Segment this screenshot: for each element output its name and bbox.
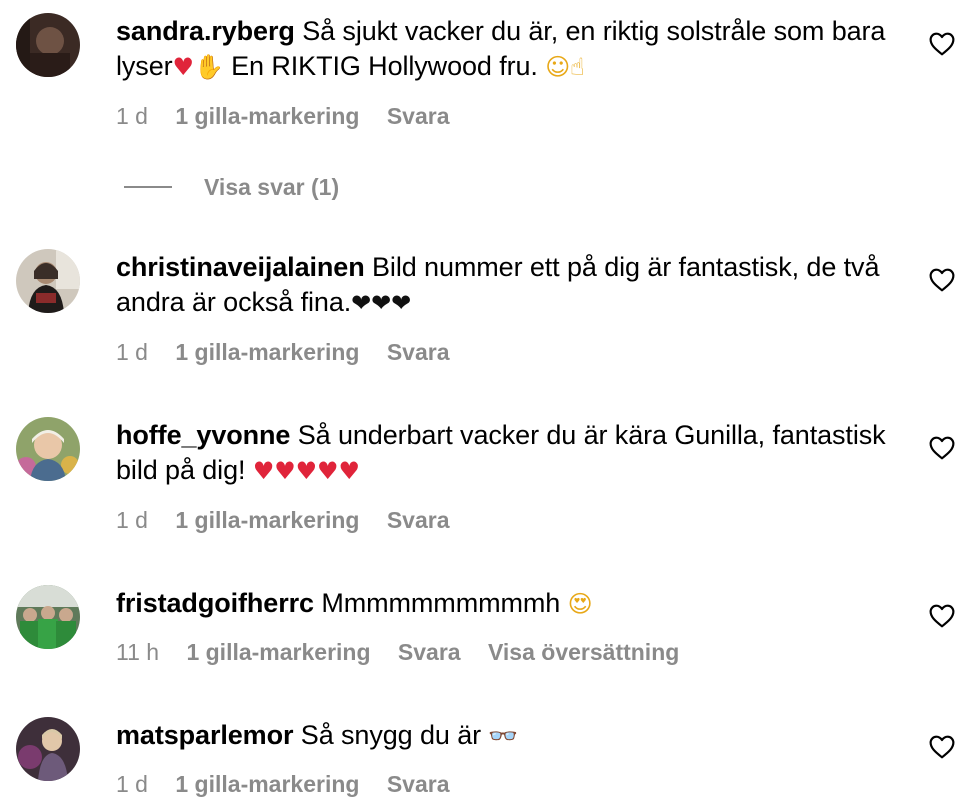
pointing-up-emoji-icon: ☝ [570, 53, 585, 81]
comment-meta: 1 d 1 gilla-markering Svara [116, 771, 471, 798]
likes-count-link[interactable]: 1 gilla-markering [175, 771, 359, 797]
red-heart-emoji-icon: ♥♥♥♥♥ [252, 457, 360, 485]
likes-count-link[interactable]: 1 gilla-markering [186, 639, 370, 665]
likes-count-link[interactable]: 1 gilla-markering [175, 339, 359, 365]
avatar[interactable] [16, 717, 80, 781]
avatar[interactable] [16, 585, 80, 649]
comment-time: 1 d [116, 507, 148, 533]
reply-button[interactable]: Svara [387, 771, 450, 797]
avatar-image [16, 249, 80, 313]
avatar[interactable] [16, 249, 80, 313]
comment-time: 1 d [116, 771, 148, 797]
reply-button[interactable]: Svara [398, 639, 461, 665]
likes-count-link[interactable]: 1 gilla-markering [175, 103, 359, 129]
like-button[interactable] [929, 735, 955, 759]
comment-meta: 1 d 1 gilla-markering Svara [116, 103, 471, 130]
translate-button[interactable]: Visa översättning [488, 639, 679, 665]
comment-text: matsparlemor Så snygg du är 👓 [116, 718, 906, 754]
avatar-image [16, 717, 80, 781]
comment-body: Mmmmmmmmmmh [321, 588, 568, 618]
view-replies-button[interactable]: Visa svar (1) [124, 172, 339, 202]
raising-hands-emoji-icon: ✋ [193, 53, 224, 81]
avatar[interactable] [16, 417, 80, 481]
avatar[interactable] [16, 13, 80, 77]
avatar-image [16, 417, 80, 481]
view-replies-divider [124, 186, 172, 188]
comment-body: Så snygg du är [300, 720, 489, 750]
heart-outline-icon [929, 735, 955, 759]
heart-outline-icon [929, 604, 955, 628]
comment-username[interactable]: fristadgoifherrc [116, 588, 314, 618]
reply-button[interactable]: Svara [387, 339, 450, 365]
comment-text: sandra.ryberg Så sjukt vacker du är, en … [116, 14, 906, 85]
like-button[interactable] [929, 604, 955, 628]
comment-time: 11 h [116, 639, 160, 665]
comment-username[interactable]: sandra.ryberg [116, 16, 295, 46]
comment-text: christinaveijalainen Bild nummer ett på … [116, 250, 906, 321]
heart-outline-icon [929, 32, 955, 56]
relieved-face-emoji-icon: ☺ [545, 53, 571, 81]
comment-body-continued: En RIKTIG Hollywood fru. [223, 51, 546, 81]
comment-time: 1 d [116, 103, 148, 129]
comment-username[interactable]: hoffe_yvonne [116, 420, 290, 450]
view-replies-label: Visa svar (1) [204, 173, 340, 200]
comment-time: 1 d [116, 339, 148, 365]
comment-username[interactable]: christinaveijalainen [116, 252, 365, 282]
heart-outline-icon [929, 268, 955, 292]
comment-username[interactable]: matsparlemor [116, 720, 293, 750]
comment-meta: 1 d 1 gilla-markering Svara [116, 507, 471, 534]
comment-text: fristadgoifherrc Mmmmmmmmmmh 😍 [116, 586, 906, 622]
avatar-image [16, 13, 80, 77]
reply-button[interactable]: Svara [387, 507, 450, 533]
avatar-image [16, 585, 80, 649]
heart-outline-icon [929, 436, 955, 460]
comment-text: hoffe_yvonne Så underbart vacker du är k… [116, 418, 906, 489]
black-heart-emoji-icon: ❤❤❤ [351, 289, 412, 317]
like-button[interactable] [929, 32, 955, 56]
comment-meta: 11 h 1 gilla-markering Svara Visa översä… [116, 639, 700, 666]
reply-button[interactable]: Svara [387, 103, 450, 129]
sunglasses-emoji-icon: 👓 [488, 722, 519, 750]
likes-count-link[interactable]: 1 gilla-markering [175, 507, 359, 533]
heart-eyes-emoji-icon: 😍 [567, 590, 593, 618]
like-button[interactable] [929, 436, 955, 460]
like-button[interactable] [929, 268, 955, 292]
red-heart-emoji-icon: ♥ [172, 53, 195, 81]
comment-meta: 1 d 1 gilla-markering Svara [116, 339, 471, 366]
